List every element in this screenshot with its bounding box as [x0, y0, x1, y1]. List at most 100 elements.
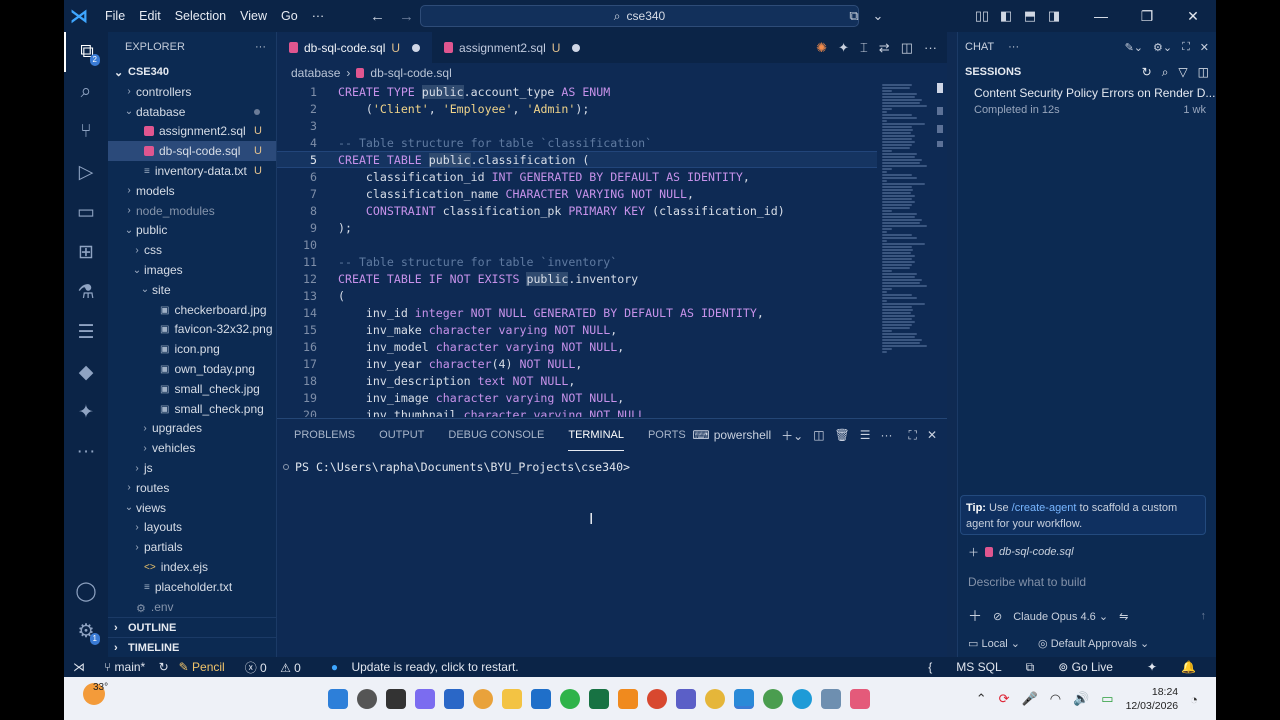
folder-item[interactable]: › upgrades	[108, 419, 276, 439]
vscode-app-icon[interactable]	[734, 689, 754, 709]
menu-more[interactable]: ···	[305, 0, 332, 32]
filter-icon[interactable]: ▽	[1178, 65, 1187, 80]
layout-customize-icon[interactable]: ▯▯	[970, 8, 994, 24]
chevron-up-icon[interactable]: ⌃	[976, 691, 987, 707]
file-item[interactable]: ≡ inventory-data.txt U	[108, 161, 276, 181]
gear-icon[interactable]: ⚙⌄	[1153, 41, 1172, 54]
copilot-icon[interactable]: ⧉	[842, 8, 866, 24]
compare-icon[interactable]: ⇄	[879, 40, 890, 56]
python-icon[interactable]: ◆	[64, 352, 108, 392]
folder-item[interactable]: › models	[108, 181, 276, 201]
editor-scrollbar[interactable]	[937, 83, 943, 417]
chrome-icon[interactable]	[705, 689, 725, 709]
clock[interactable]: 18:24 12/03/2026	[1126, 685, 1179, 713]
session-item[interactable]: Content Security Policy Errors on Render…	[958, 82, 1216, 116]
add-terminal-icon[interactable]: ＋⌄	[781, 427, 803, 444]
code-line[interactable]: 14 inv_id integer NOT NULL GENERATED BY …	[277, 304, 877, 321]
menu-file[interactable]: File	[98, 0, 132, 32]
code-line[interactable]: 9);	[277, 219, 877, 236]
folder-item[interactable]: › vehicles	[108, 438, 276, 458]
layout-icon[interactable]: ◫	[1198, 65, 1209, 80]
code-line[interactable]: 10	[277, 236, 877, 253]
menu-selection[interactable]: Selection	[168, 0, 233, 32]
close-icon[interactable]: ✕	[1200, 41, 1209, 54]
maximize-panel-icon[interactable]: ⛶	[909, 428, 917, 443]
copilot-sparkle-icon[interactable]: ✦	[838, 40, 849, 56]
refresh-icon[interactable]: ↻	[1142, 65, 1152, 80]
start-icon[interactable]	[328, 689, 348, 709]
tab-debug-console[interactable]: DEBUG CONSOLE	[448, 419, 544, 451]
vlc-icon[interactable]	[618, 689, 638, 709]
pencil-indicator[interactable]: ✎ Pencil	[179, 660, 235, 674]
excel-icon[interactable]	[589, 689, 609, 709]
minimap[interactable]	[882, 83, 932, 383]
file-item[interactable]: ▣ icon.png	[108, 339, 276, 359]
sparkle-icon[interactable]: ✺	[816, 40, 827, 56]
teams-icon[interactable]	[676, 689, 696, 709]
sync-icon[interactable]: ⟳	[999, 691, 1010, 707]
code-line[interactable]: 3	[277, 117, 877, 134]
folder-item[interactable]: › partials	[108, 537, 276, 557]
menu-view[interactable]: View	[233, 0, 274, 32]
file-item[interactable]: assignment2.sql U	[108, 122, 276, 142]
folder-item[interactable]: › js	[108, 458, 276, 478]
source-control-icon[interactable]: ⑂	[64, 112, 108, 152]
battery-icon[interactable]: ▭	[1101, 691, 1113, 707]
file-item[interactable]: ▣ checkerboard.jpg	[108, 300, 276, 320]
tab-terminal[interactable]: TERMINAL	[568, 419, 624, 451]
context-attachment[interactable]: ＋ db-sql-code.sql	[968, 544, 1074, 560]
code-line[interactable]: 18 inv_description text NOT NULL,	[277, 372, 877, 389]
more-icon[interactable]: ···	[64, 432, 108, 472]
snipping-icon[interactable]	[850, 689, 870, 709]
maximize-icon[interactable]: ⛶	[1182, 41, 1190, 54]
back-arrow-icon[interactable]: ←	[370, 8, 385, 25]
search-icon[interactable]: ⌕	[1162, 65, 1169, 80]
volume-icon[interactable]: 🔊	[1073, 691, 1089, 707]
code-line[interactable]: 8 CONSTRAINT classification_pk PRIMARY K…	[277, 202, 877, 219]
unsaved-dot-icon[interactable]	[572, 43, 581, 52]
code-line[interactable]: 1 CREATE TYPE public.account_type AS ENUM	[277, 83, 877, 100]
copilot-sparkle-icon[interactable]: ✦	[1147, 660, 1157, 674]
split-editor-icon[interactable]: ◫	[901, 40, 913, 56]
command-center-search[interactable]: ⌕ cse340	[420, 5, 859, 27]
code-line[interactable]: 4 -- Table structure for table `classific…	[277, 134, 877, 151]
file-explorer-icon[interactable]	[502, 689, 522, 709]
notification-icon[interactable]: ◔	[1190, 692, 1198, 707]
chrome-icon[interactable]	[473, 689, 493, 709]
search-icon[interactable]: ⌕	[64, 72, 108, 112]
code-line[interactable]: 20 inv_thumbnail character varying NOT N…	[277, 406, 877, 418]
tab-ports[interactable]: PORTS	[648, 419, 686, 451]
outline-section[interactable]: › OUTLINE	[108, 617, 277, 637]
extensions-icon[interactable]: ⊞	[64, 232, 108, 272]
folder-item[interactable]: ⌄ database	[108, 102, 276, 122]
code-line[interactable]: 2 ('Client', 'Employee', 'Admin');	[277, 100, 877, 117]
store-icon[interactable]	[444, 689, 464, 709]
timeline-section[interactable]: › TIMELINE	[108, 637, 277, 657]
folder-item[interactable]: › node_modules	[108, 201, 276, 221]
file-item[interactable]: ▣ favicon-32x32.png	[108, 320, 276, 340]
folder-item[interactable]: ⌄ views	[108, 498, 276, 518]
close-window-button[interactable]: ✕	[1170, 8, 1216, 25]
folder-item[interactable]: › layouts	[108, 518, 276, 538]
testing-icon[interactable]: ⚗	[64, 272, 108, 312]
code-line[interactable]: 19 inv_image character varying NOT NULL,	[277, 389, 877, 406]
folder-item[interactable]: › routes	[108, 478, 276, 498]
send-icon[interactable]: ↑	[1201, 610, 1207, 622]
explorer-icon[interactable]: ⧉ 2	[64, 32, 108, 72]
restore-button[interactable]: ❐	[1124, 8, 1170, 25]
code-line[interactable]: 17 inv_year character(4) NOT NULL,	[277, 355, 877, 372]
task-view-icon[interactable]	[386, 689, 406, 709]
outlook-icon[interactable]	[531, 689, 551, 709]
more-actions-icon[interactable]: ···	[255, 41, 266, 53]
add-context-icon[interactable]: ＋	[968, 544, 979, 560]
chevron-down-icon[interactable]: ⌄	[866, 8, 890, 24]
branch-indicator[interactable]: ⑂ main* ↻	[104, 660, 169, 674]
more-actions-icon[interactable]: ···	[924, 40, 937, 55]
code-line[interactable]: 11 -- Table structure for table `inventor…	[277, 253, 877, 270]
wifi-icon[interactable]: ◠	[1050, 691, 1061, 707]
file-item[interactable]: ≡ placeholder.txt	[108, 577, 276, 597]
cursor-icon[interactable]: ⌶	[860, 40, 868, 56]
trash-icon[interactable]: 🗑	[835, 428, 850, 442]
app-icon[interactable]	[821, 689, 841, 709]
code-line[interactable]: 5 CREATE TABLE public.classification (	[277, 151, 877, 168]
